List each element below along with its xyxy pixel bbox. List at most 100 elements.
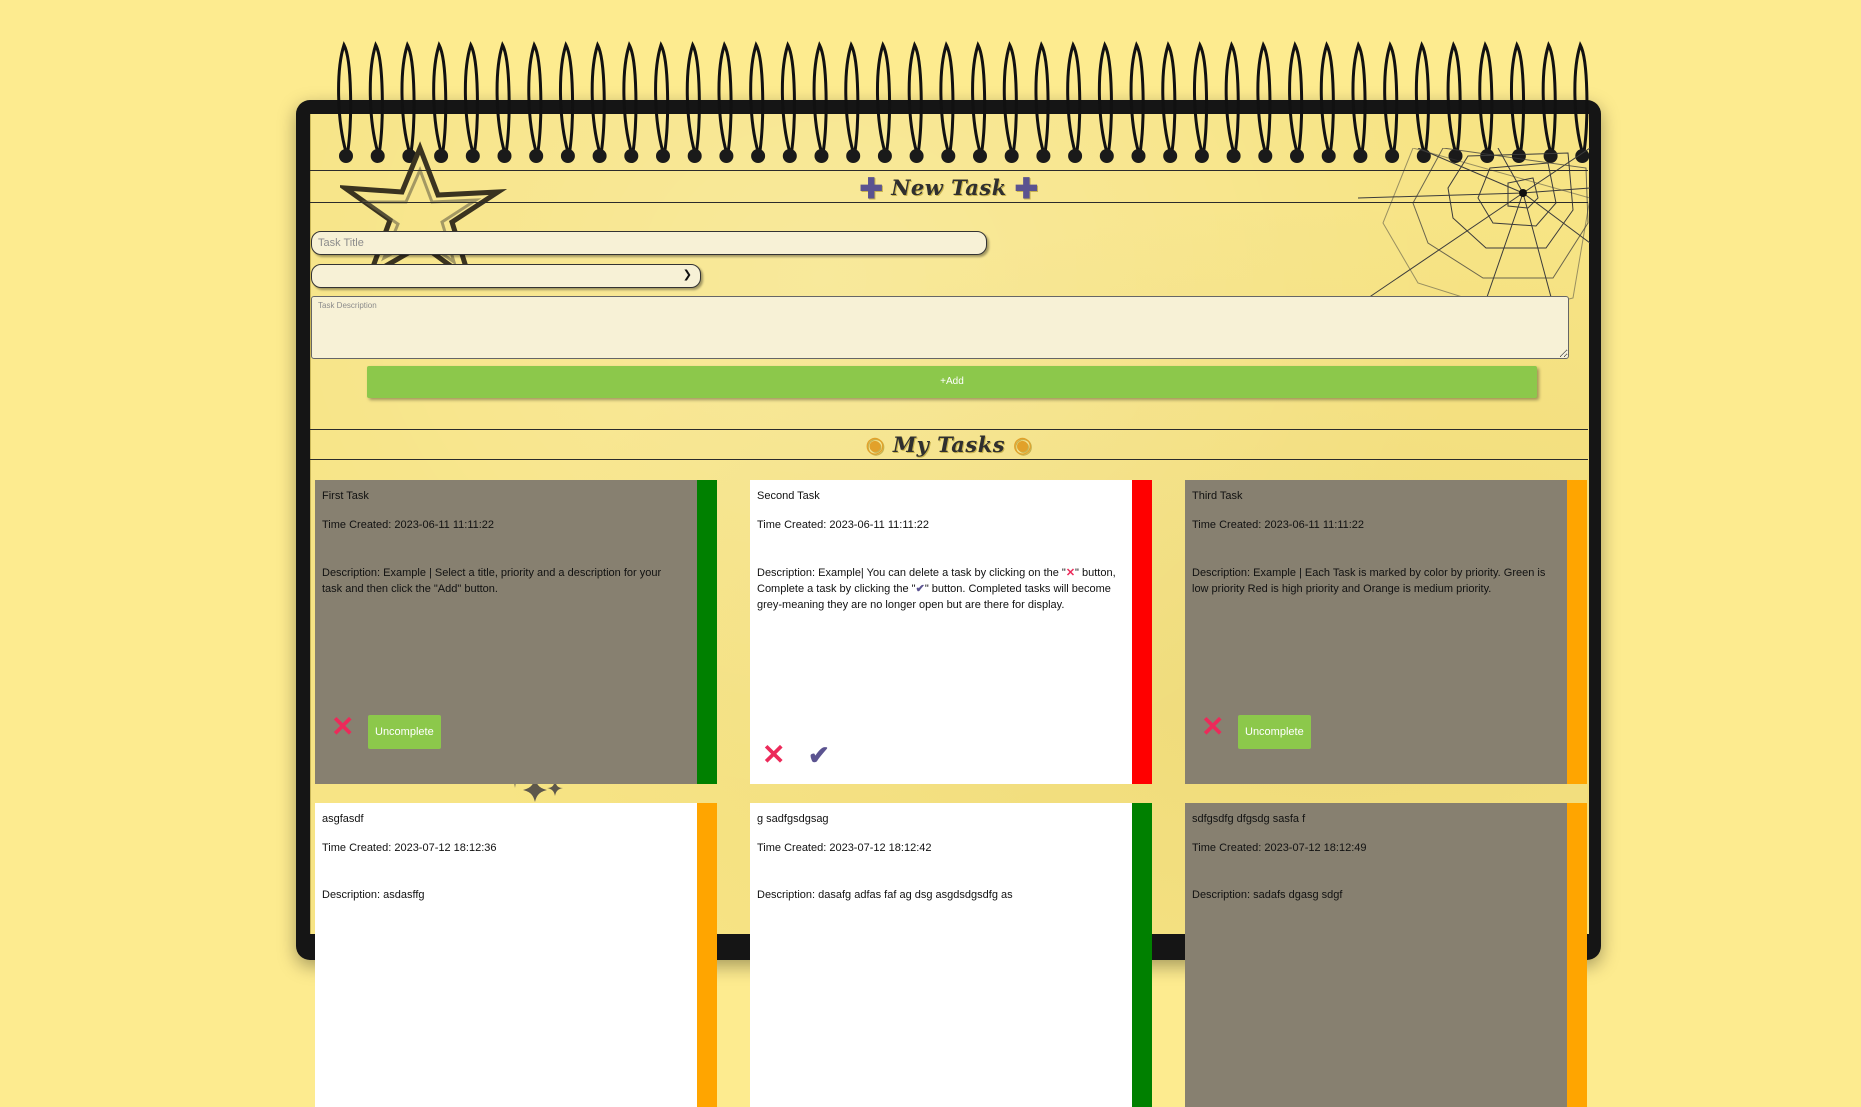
spiral-ring xyxy=(337,41,353,153)
close-icon: ✕ xyxy=(1065,567,1076,579)
binding-hole xyxy=(370,149,385,163)
task-card: Third Task Time Created: 2023-06-11 11:1… xyxy=(1185,480,1587,784)
binding-hole xyxy=(402,149,417,163)
spiral-ring xyxy=(495,41,511,153)
spiral-ring xyxy=(1351,41,1367,153)
spiral-ring xyxy=(558,41,574,153)
priority-bar xyxy=(1567,803,1587,1107)
new-task-heading-text: New Task xyxy=(891,175,1007,200)
spiral-ring xyxy=(1034,41,1050,153)
spiral-ring xyxy=(907,41,923,153)
binding-hole xyxy=(973,149,987,163)
binding-hole xyxy=(1575,149,1590,163)
task-description: Description: Example| You can delete a t… xyxy=(757,565,1119,613)
delete-icon[interactable]: ✕ xyxy=(331,713,354,741)
binding-hole xyxy=(529,149,544,163)
binding-hole xyxy=(1099,149,1114,163)
spiral-ring xyxy=(1161,41,1177,153)
money-bag-icon: ◉ xyxy=(1012,432,1033,458)
task-time: Time Created: 2023-07-12 18:12:42 xyxy=(757,842,932,854)
task-time: Time Created: 2023-07-12 18:12:49 xyxy=(1192,842,1367,854)
spiral-ring xyxy=(1383,41,1399,153)
task-time: Time Created: 2023-06-11 11:11:22 xyxy=(1192,519,1365,531)
spiral-ring xyxy=(1319,41,1335,153)
check-icon: ✔ xyxy=(915,583,925,595)
plus-icon: ✚ xyxy=(1014,172,1039,205)
spiral-ring xyxy=(875,41,891,153)
binding-hole xyxy=(560,149,575,163)
binding-hole xyxy=(1448,149,1463,163)
task-description: Description: Example | Select a title, p… xyxy=(322,567,662,595)
chevron-down-icon: ❯ xyxy=(682,268,692,281)
complete-check-icon[interactable]: ✔ xyxy=(808,741,830,769)
priority-bar xyxy=(697,803,717,1107)
task-title-input[interactable] xyxy=(311,231,987,255)
rule-line xyxy=(310,170,1588,171)
spiral-ring xyxy=(400,41,416,153)
spiral-ring xyxy=(1414,41,1430,153)
binding-hole xyxy=(1131,149,1146,163)
priority-bar xyxy=(697,480,717,784)
binding-hole xyxy=(592,149,607,163)
binding-hole xyxy=(465,149,480,163)
spiral-ring xyxy=(1129,41,1145,153)
binding-hole xyxy=(751,149,766,163)
spiral-ring xyxy=(1446,41,1462,153)
my-tasks-heading: ◉ My Tasks ◉ xyxy=(310,432,1588,458)
binding-hole xyxy=(941,149,956,163)
spiral-ring xyxy=(749,41,765,153)
binding-hole xyxy=(1194,149,1209,163)
task-card: asgfasdf Time Created: 2023-07-12 18:12:… xyxy=(315,803,717,1107)
spiral-ring xyxy=(527,41,543,153)
spiral-ring xyxy=(1509,41,1525,153)
task-card: sdfgsdfg dfgsdg sasfa f Time Created: 20… xyxy=(1185,803,1587,1107)
priority-select[interactable]: ❯ xyxy=(311,264,701,288)
money-bag-icon: ◉ xyxy=(865,432,886,458)
priority-bar xyxy=(1567,480,1587,784)
spiral-ring xyxy=(1573,41,1589,153)
task-description: Description: asdasffg xyxy=(322,889,425,901)
task-description: Description: dasafg adfas faf ag dsg asg… xyxy=(757,889,1013,901)
binding-hole xyxy=(1258,149,1273,163)
task-time: Time Created: 2023-06-11 11:11:22 xyxy=(322,519,495,531)
binding-hole xyxy=(1163,149,1178,163)
add-task-button[interactable]: +Add xyxy=(367,366,1537,398)
spiral-ring xyxy=(1256,41,1272,153)
new-task-heading: ✚ New Task ✚ xyxy=(310,172,1588,205)
delete-icon[interactable]: ✕ xyxy=(762,741,785,769)
spiral-ring xyxy=(939,41,955,153)
plus-icon: ✚ xyxy=(859,172,884,205)
priority-bar xyxy=(1132,480,1152,784)
binding-hole xyxy=(1226,149,1241,163)
binding-hole xyxy=(1068,149,1083,163)
binding-hole xyxy=(1353,149,1368,163)
binding-hole xyxy=(339,149,353,163)
delete-icon[interactable]: ✕ xyxy=(1201,713,1224,741)
binding-hole xyxy=(1036,149,1051,163)
spiral-ring xyxy=(1097,41,1113,153)
uncomplete-button[interactable]: Uncomplete xyxy=(1238,715,1311,749)
task-time: Time Created: 2023-07-12 18:12:36 xyxy=(322,842,497,854)
task-card: g sadfgsdgsag Time Created: 2023-07-12 1… xyxy=(750,803,1152,1107)
task-title: g sadfgsdgsag xyxy=(757,813,829,825)
binding-hole xyxy=(909,149,924,163)
spiral-ring xyxy=(622,41,638,153)
task-description-input[interactable] xyxy=(311,296,1569,359)
binding-hole xyxy=(877,149,892,163)
rule-line xyxy=(310,459,1588,460)
task-title: asgfasdf xyxy=(322,813,364,825)
spiral-ring xyxy=(717,41,733,153)
binding-hole xyxy=(1290,149,1304,163)
spiral-ring xyxy=(685,41,701,153)
task-description: Description: Example | Each Task is mark… xyxy=(1192,567,1546,595)
spiral-ring xyxy=(654,41,670,153)
spiral-ring xyxy=(780,41,796,153)
spiral-ring xyxy=(1478,41,1494,153)
spiral-ring xyxy=(1002,41,1018,153)
rule-line xyxy=(310,202,1588,203)
uncomplete-button[interactable]: Uncomplete xyxy=(368,715,441,749)
task-title: Third Task xyxy=(1192,490,1243,502)
spiral-ring xyxy=(1288,41,1304,153)
binding-hole xyxy=(687,149,702,163)
binding-hole xyxy=(846,149,861,163)
